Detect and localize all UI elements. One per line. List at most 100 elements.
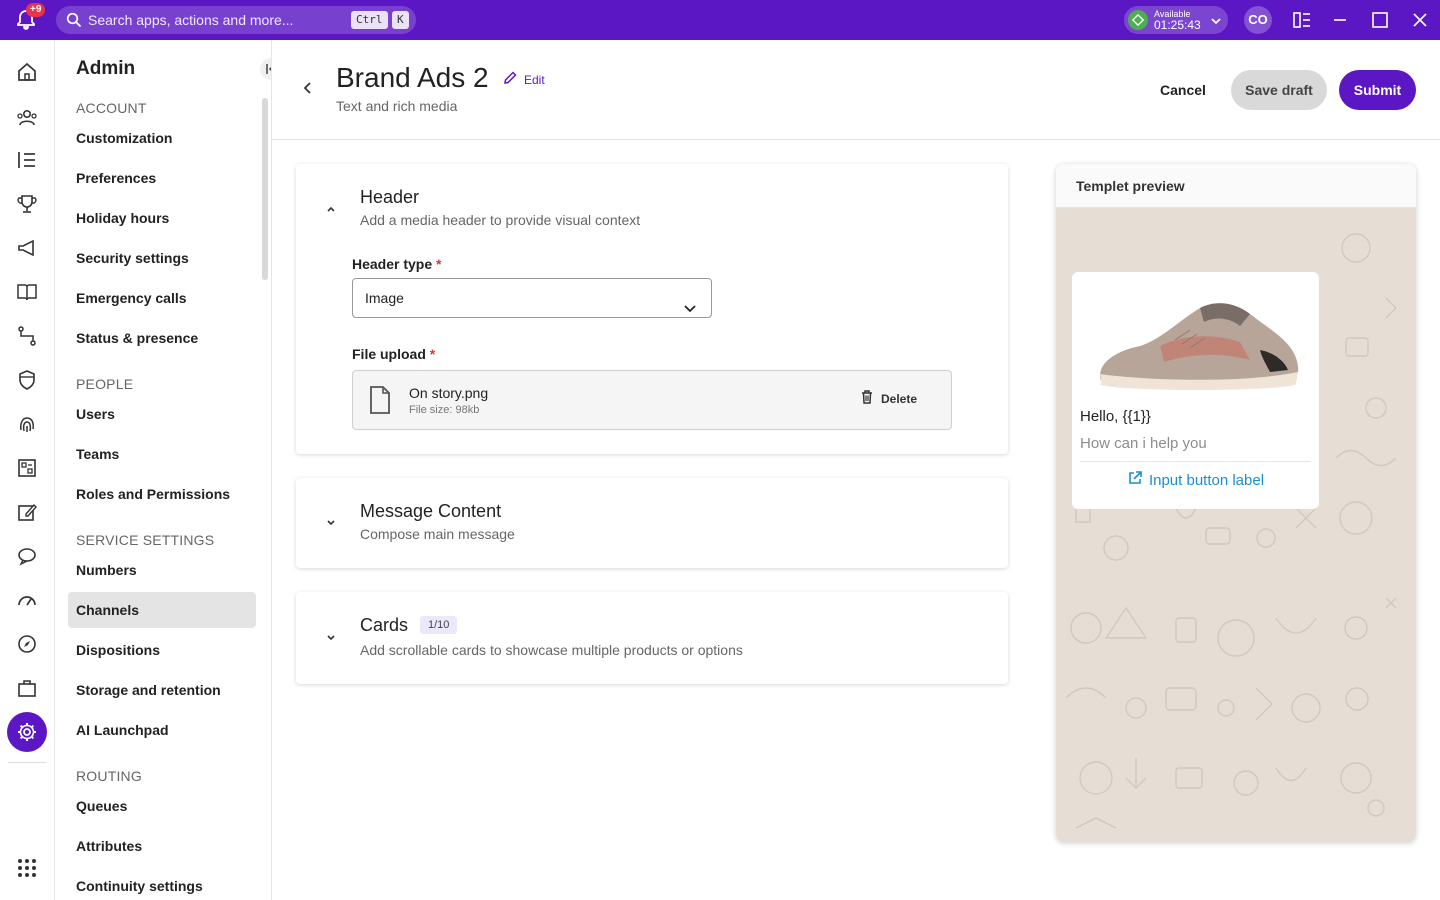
chevron-down-icon <box>1210 14 1222 26</box>
page-header: Brand Ads 2 Edit Text and rich media Can… <box>272 40 1440 140</box>
collapse-sidebar-icon[interactable] <box>260 58 271 80</box>
briefcase-icon[interactable] <box>15 676 39 700</box>
message-content-card[interactable]: Message Content Compose main message <box>296 478 1008 568</box>
trash-icon <box>859 389 875 408</box>
fingerprint-icon[interactable] <box>15 412 39 436</box>
section-people: PEOPLE <box>76 376 134 392</box>
required-mark: * <box>429 346 436 362</box>
notification-count-badge: +9 <box>26 3 46 17</box>
file-name: On story.png <box>409 385 489 401</box>
file-icon <box>367 385 393 415</box>
message-body: How can i help you <box>1080 435 1207 452</box>
sidebar-item-channels[interactable]: Channels <box>68 592 256 628</box>
compass-icon[interactable] <box>15 632 39 656</box>
header-type-value: Image <box>365 290 404 306</box>
flow-icon[interactable] <box>15 324 39 348</box>
list-icon[interactable] <box>15 148 39 172</box>
pencil-icon <box>502 70 518 89</box>
user-avatar[interactable]: CO <box>1244 6 1272 34</box>
close-icon[interactable] <box>1410 10 1430 30</box>
file-upload-label: File upload * <box>352 346 435 362</box>
edit-label: Edit <box>524 72 545 87</box>
maximize-icon[interactable] <box>1370 10 1390 30</box>
app-rail <box>0 40 55 900</box>
cta-label: Input button label <box>1148 471 1265 489</box>
shield-icon[interactable] <box>15 368 39 392</box>
dashboard-icon[interactable] <box>15 456 39 480</box>
minimize-icon[interactable] <box>1330 10 1350 30</box>
home-icon[interactable] <box>15 60 39 84</box>
back-arrow-icon[interactable] <box>300 80 316 96</box>
global-search[interactable]: Search apps, actions and more... Ctrl K <box>56 6 416 34</box>
cards-section-card[interactable]: Cards 1/10 Add scrollable cards to showc… <box>296 592 1008 684</box>
trophy-icon[interactable] <box>15 192 39 216</box>
chat-bubble-icon[interactable] <box>15 544 39 568</box>
cards-count-badge: 1/10 <box>420 616 458 634</box>
uploaded-file: On story.png File size: 98kb Delete <box>352 370 952 430</box>
rail-divider <box>8 762 46 763</box>
shortcut-ctrl-key: Ctrl <box>351 11 388 29</box>
section-subtitle: Compose main message <box>360 526 515 542</box>
sidebar-item-attributes[interactable]: Attributes <box>68 828 256 864</box>
chevron-down-icon <box>683 291 697 313</box>
message-bubble: Hello, {{1}} How can i help you Input bu… <box>1072 272 1319 509</box>
message-cta-button[interactable]: Input button label <box>1072 470 1319 490</box>
edit-title-button[interactable]: Edit <box>502 70 545 89</box>
page-subtitle: Text and rich media <box>336 98 458 114</box>
sidebar-item-security-settings[interactable]: Security settings <box>68 240 256 276</box>
section-subtitle: Add scrollable cards to showcase multipl… <box>360 642 743 658</box>
sneaker-image <box>1080 280 1311 400</box>
sidebar-item-queues[interactable]: Queues <box>68 788 256 824</box>
search-icon <box>66 12 82 28</box>
gauge-icon[interactable] <box>15 588 39 612</box>
delete-file-button[interactable]: Delete <box>859 389 917 408</box>
megaphone-icon[interactable] <box>15 236 39 260</box>
sidebar-title: Admin <box>76 58 136 79</box>
admin-sidebar: Admin ACCOUNT Customization Preferences … <box>55 40 272 900</box>
section-title: Message Content <box>360 501 502 521</box>
bubble-divider <box>1080 461 1311 462</box>
top-bar: +9 Search apps, actions and more... Ctrl… <box>0 0 1440 40</box>
sidebar-item-dispositions[interactable]: Dispositions <box>68 632 256 668</box>
save-draft-button[interactable]: Save draft <box>1231 70 1327 110</box>
chat-background: Hello, {{1}} How can i help you Input bu… <box>1056 208 1416 842</box>
submit-button[interactable]: Submit <box>1339 70 1416 110</box>
sidebar-item-emergency-calls[interactable]: Emergency calls <box>68 280 256 316</box>
cancel-button[interactable]: Cancel <box>1144 70 1222 110</box>
section-service-settings: SERVICE SETTINGS <box>76 532 215 548</box>
header-type-label: Header type * <box>352 256 442 272</box>
preview-title: Templet preview <box>1076 178 1185 194</box>
gear-icon[interactable] <box>15 720 39 744</box>
section-title: Cards <box>360 615 409 635</box>
sidebar-item-customization[interactable]: Customization <box>68 120 256 156</box>
preview-header: Templet preview <box>1056 164 1416 208</box>
header-type-select[interactable]: Image <box>352 278 712 318</box>
layout-toggle-icon[interactable] <box>1292 10 1312 30</box>
edit-note-icon[interactable] <box>15 500 39 524</box>
chevron-down-icon[interactable] <box>324 631 338 645</box>
sidebar-item-teams[interactable]: Teams <box>68 436 256 472</box>
sidebar-item-preferences[interactable]: Preferences <box>68 160 256 196</box>
contacts-icon[interactable] <box>15 106 39 130</box>
required-mark: * <box>436 256 442 272</box>
sidebar-item-holiday-hours[interactable]: Holiday hours <box>68 200 256 236</box>
sidebar-scrollbar[interactable] <box>262 98 268 280</box>
sidebar-item-continuity[interactable]: Continuity settings <box>68 868 256 900</box>
book-icon[interactable] <box>15 280 39 304</box>
chevron-down-icon[interactable] <box>324 516 338 530</box>
presence-status-selector[interactable]: Available 01:25:43 <box>1124 6 1228 34</box>
sidebar-item-users[interactable]: Users <box>68 396 256 432</box>
presence-icon <box>1128 10 1148 30</box>
sidebar-item-numbers[interactable]: Numbers <box>68 552 256 588</box>
sidebar-item-status-presence[interactable]: Status & presence <box>68 320 256 356</box>
search-placeholder: Search apps, actions and more... <box>88 12 294 28</box>
section-account: ACCOUNT <box>76 100 147 116</box>
external-link-icon <box>1127 470 1143 490</box>
section-subtitle: Add a media header to provide visual con… <box>360 212 641 228</box>
sidebar-item-storage[interactable]: Storage and retention <box>68 672 256 708</box>
chevron-up-icon[interactable] <box>324 202 338 216</box>
sidebar-item-roles[interactable]: Roles and Permissions <box>68 476 256 512</box>
header-type-label-text: Header type <box>352 256 433 272</box>
sidebar-item-ai-launchpad[interactable]: AI Launchpad <box>68 712 256 748</box>
apps-grid-icon[interactable] <box>15 856 39 880</box>
